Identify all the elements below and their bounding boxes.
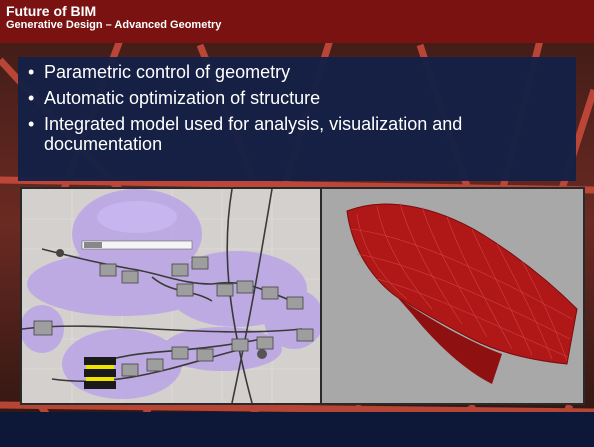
screenshot-frame	[20, 187, 585, 405]
mesh-model-icon	[322, 189, 583, 403]
bullet-item: Integrated model used for analysis, visu…	[26, 114, 576, 154]
node-graph-icon	[22, 189, 320, 403]
footer-band	[0, 412, 594, 447]
slide-title: Future of BIM	[6, 3, 97, 19]
slide-subtitle: Generative Design – Advanced Geometry	[6, 19, 222, 31]
bullet-box: Parametric control of geometry Automatic…	[18, 57, 576, 181]
grasshopper-canvas	[22, 189, 320, 403]
title-bar: Future of BIM Generative Design – Advanc…	[0, 0, 594, 43]
bullet-item: Automatic optimization of structure	[26, 88, 576, 108]
rhino-viewport	[322, 189, 583, 403]
slide: Future of BIM Generative Design – Advanc…	[0, 0, 594, 447]
bullet-list: Parametric control of geometry Automatic…	[18, 57, 576, 154]
bullet-item: Parametric control of geometry	[26, 62, 576, 82]
